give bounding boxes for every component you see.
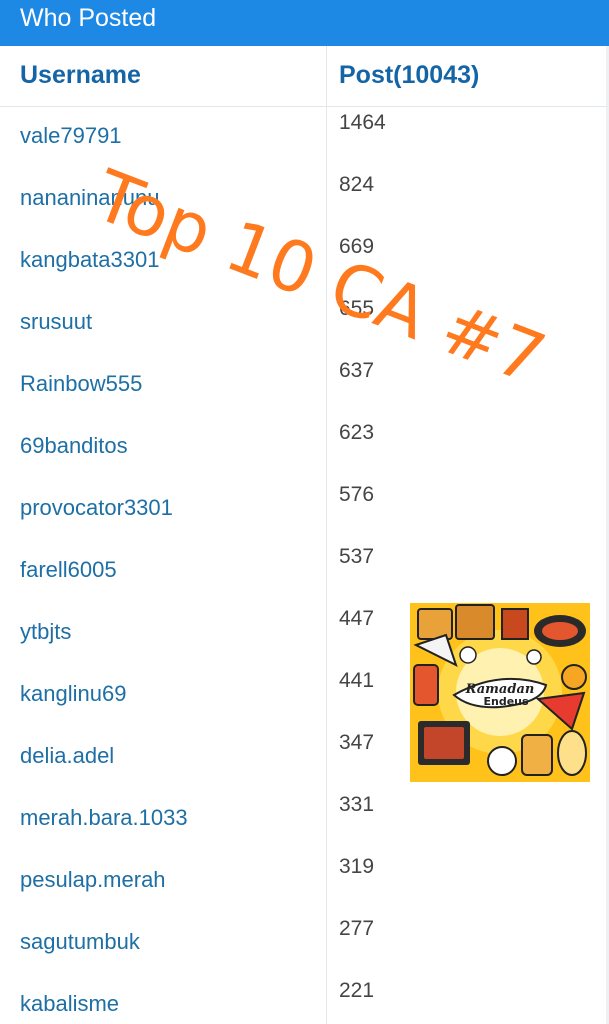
username-column-header[interactable]: Username [20, 60, 141, 90]
username-link[interactable]: sagutumbuk [20, 929, 140, 955]
post-count: 319 [339, 855, 375, 878]
username-link[interactable]: Rainbow555 [20, 371, 142, 397]
post-count: 221 [339, 979, 375, 1002]
table-row: 69banditos 623 [0, 417, 607, 479]
ramadan-promo-image: Ramadan Endeus [410, 603, 590, 782]
table-row: srusuut 655 [0, 293, 607, 355]
post-count: 347 [339, 731, 375, 754]
post-count: 277 [339, 917, 375, 940]
username-link[interactable]: 69banditos [20, 433, 128, 459]
table-row: pesulap.merah 319 [0, 851, 607, 913]
table-row: kangbata3301 669 [0, 231, 607, 293]
table-header-row: Username Post(10043) [0, 46, 607, 107]
post-count: 331 [339, 793, 375, 816]
table-row: sagutumbuk 277 [0, 913, 607, 975]
username-link[interactable]: kangbata3301 [20, 247, 159, 273]
username-link[interactable]: ytbjts [20, 619, 71, 645]
post-count: 655 [339, 297, 375, 320]
who-posted-page: Who Posted Username Post(10043) vale7979… [0, 0, 609, 1024]
username-link[interactable]: delia.adel [20, 743, 114, 769]
table-row: provocator3301 576 [0, 479, 607, 541]
table-row: merah.bara.1033 331 [0, 789, 607, 851]
page-title: Who Posted [20, 4, 157, 32]
post-count: 441 [339, 669, 375, 692]
post-count: 537 [339, 545, 375, 568]
table-row: Rainbow555 637 [0, 355, 607, 417]
post-count: 447 [339, 607, 375, 630]
post-count: 824 [339, 173, 375, 196]
username-link[interactable]: pesulap.merah [20, 867, 166, 893]
username-link[interactable]: provocator3301 [20, 495, 173, 521]
header-bar: Who Posted [0, 0, 609, 46]
username-link[interactable]: kanglinu69 [20, 681, 126, 707]
table-row: kabalisme 221 [0, 975, 607, 1024]
username-link[interactable]: merah.bara.1033 [20, 805, 188, 831]
table-row: vale79791 1464 [0, 107, 607, 169]
username-link[interactable]: nananinanunu [20, 185, 159, 211]
svg-text:Endeus: Endeus [483, 695, 529, 708]
post-column-header[interactable]: Post(10043) [339, 60, 479, 90]
post-count: 1464 [339, 111, 386, 134]
table-row: nananinanunu 824 [0, 169, 607, 231]
username-link[interactable]: farell6005 [20, 557, 117, 583]
post-count: 669 [339, 235, 375, 258]
username-link[interactable]: vale79791 [20, 123, 122, 149]
table-row: farell6005 537 [0, 541, 607, 603]
who-posted-table: Username Post(10043) vale79791 1464 nanani… [0, 46, 609, 1024]
post-count: 576 [339, 483, 375, 506]
post-count: 623 [339, 421, 375, 444]
username-link[interactable]: kabalisme [20, 991, 119, 1017]
username-link[interactable]: srusuut [20, 309, 92, 335]
post-count: 637 [339, 359, 375, 382]
